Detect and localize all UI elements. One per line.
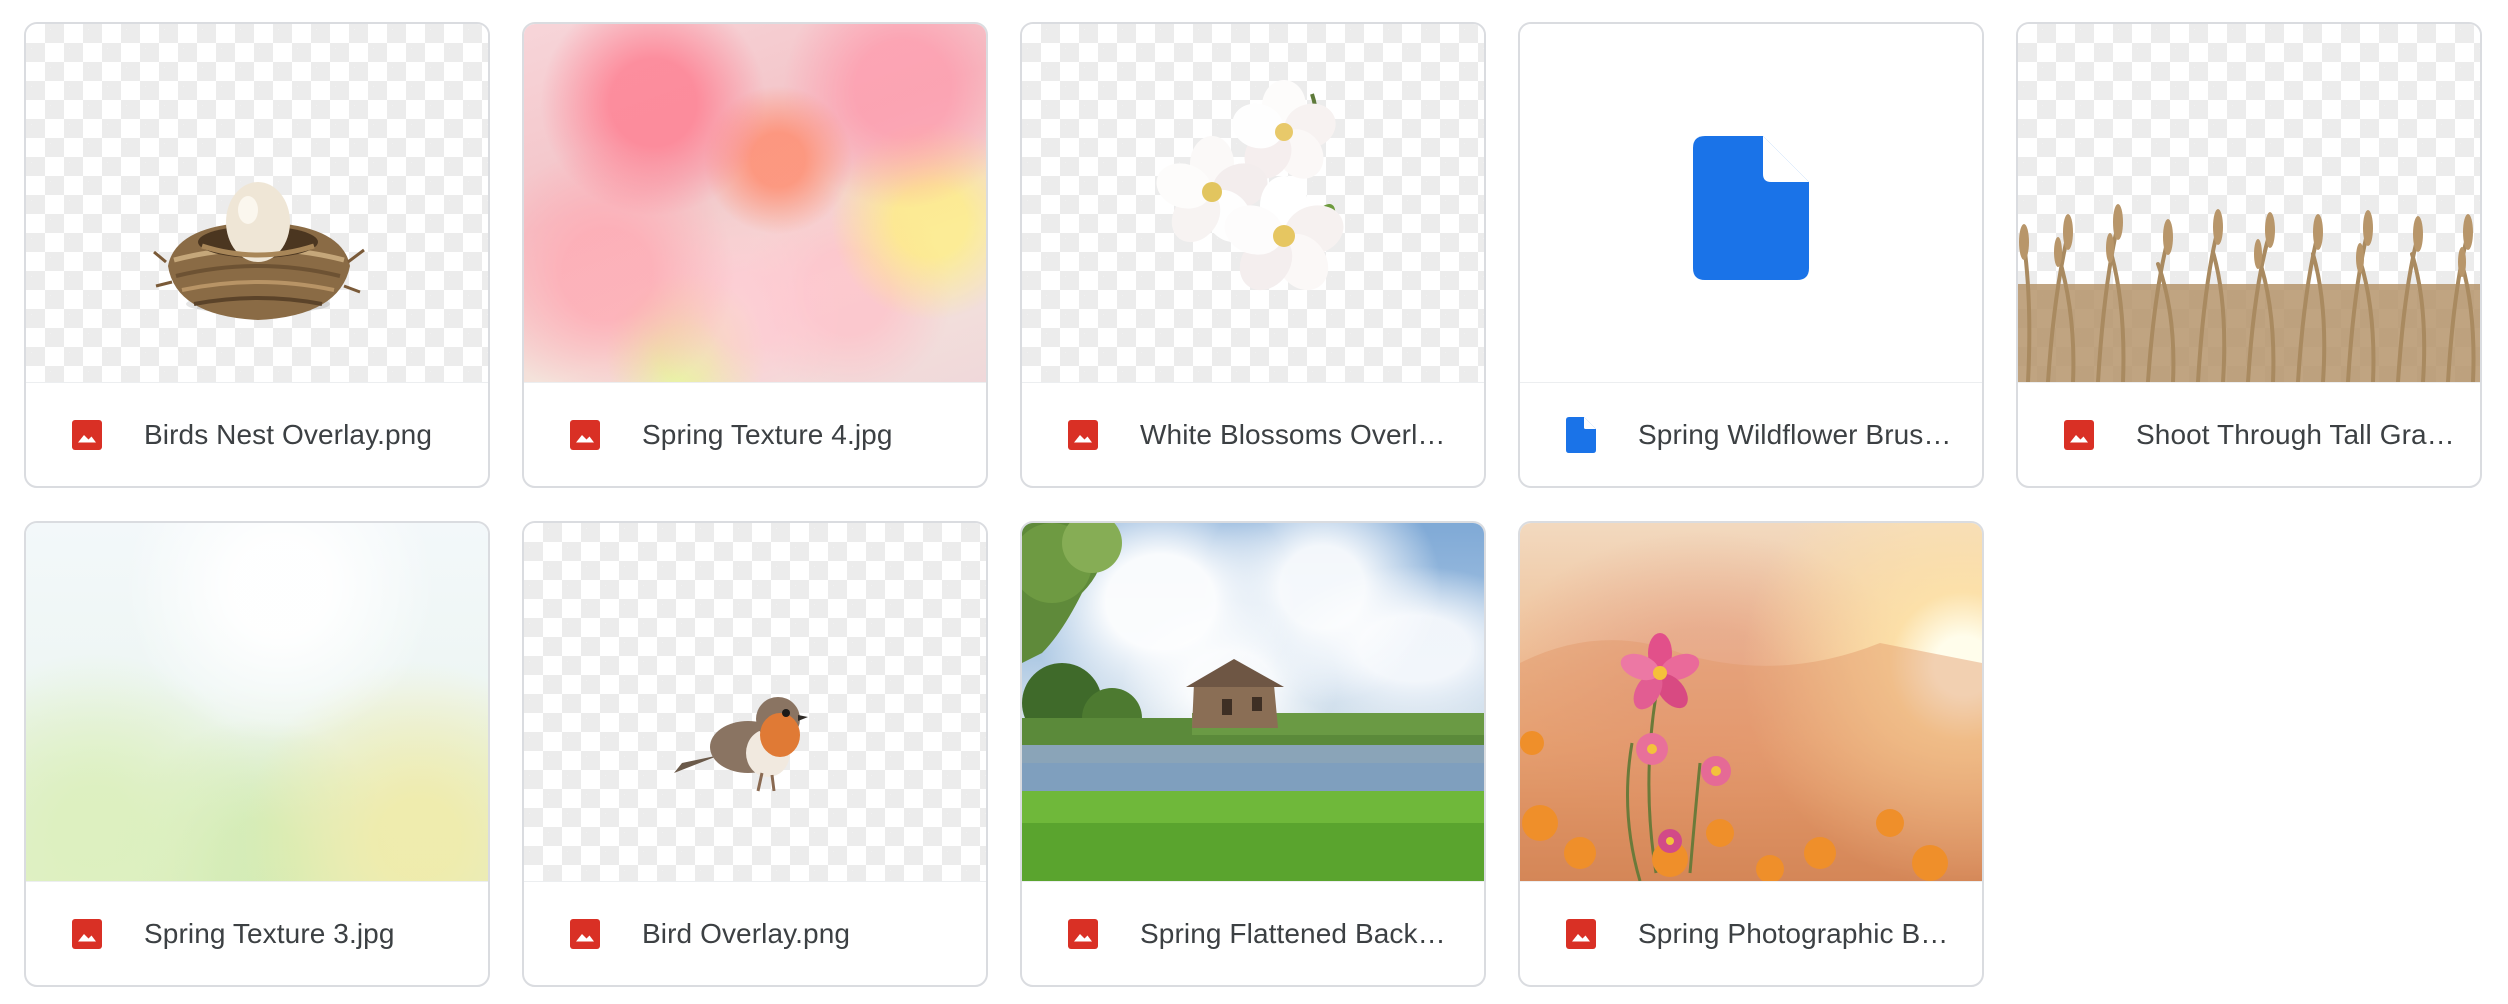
- file-name: Bird Overlay.png: [642, 917, 851, 949]
- file-footer: Spring Wildflower Brus…: [1520, 382, 1982, 486]
- file-thumbnail: [1022, 24, 1484, 382]
- file-footer: White Blossoms Overl…: [1022, 382, 1484, 486]
- file-name: Birds Nest Overlay.png: [144, 418, 433, 450]
- file-footer: Bird Overlay.png: [524, 881, 986, 985]
- file-thumbnail: [1520, 24, 1982, 382]
- image-file-icon: [2060, 416, 2098, 454]
- file-grid: Birds Nest Overlay.png Spring Texture 4.…: [24, 22, 2482, 987]
- file-card[interactable]: Bird Overlay.png: [522, 521, 988, 987]
- file-card[interactable]: Spring Flattened Back…: [1020, 521, 1486, 987]
- file-thumbnail: [524, 523, 986, 881]
- file-name: Spring Flattened Back…: [1140, 917, 1446, 949]
- file-thumbnail: [2018, 24, 2480, 382]
- document-file-icon: [1562, 416, 1600, 454]
- tall-grass-image: [2018, 204, 2480, 382]
- image-file-icon: [566, 416, 604, 454]
- file-thumbnail: [26, 523, 488, 881]
- image-file-icon: [68, 915, 106, 953]
- landscape-cottage-image: [1022, 523, 1484, 881]
- file-name: Shoot Through Tall Gra…: [2136, 418, 2455, 450]
- white-blossoms-image: [1156, 80, 1344, 291]
- file-card[interactable]: Spring Texture 4.jpg: [522, 22, 988, 488]
- file-thumbnail: [26, 24, 488, 382]
- file-footer: Birds Nest Overlay.png: [26, 382, 488, 486]
- file-card[interactable]: White Blossoms Overl…: [1020, 22, 1486, 488]
- file-name: Spring Texture 3.jpg: [144, 917, 395, 949]
- file-card[interactable]: Shoot Through Tall Gra…: [2016, 22, 2482, 488]
- file-card[interactable]: Spring Texture 3.jpg: [24, 521, 490, 987]
- image-file-icon: [68, 416, 106, 454]
- file-footer: Spring Texture 4.jpg: [524, 382, 986, 486]
- cosmos-flowers-image: [1520, 633, 1982, 881]
- file-name: Spring Photographic B…: [1638, 917, 1949, 949]
- file-name: Spring Texture 4.jpg: [642, 418, 893, 450]
- file-name: Spring Wildflower Brus…: [1638, 418, 1952, 450]
- file-card[interactable]: Spring Photographic B…: [1518, 521, 1984, 987]
- file-thumbnail: [1022, 523, 1484, 881]
- file-footer: Shoot Through Tall Gra…: [2018, 382, 2480, 486]
- image-file-icon: [1562, 915, 1600, 953]
- file-thumbnail: [1520, 523, 1982, 881]
- file-card[interactable]: Spring Wildflower Brus…: [1518, 22, 1984, 488]
- bird-nest-image: [153, 182, 365, 320]
- file-name: White Blossoms Overl…: [1140, 418, 1446, 450]
- image-file-icon: [1064, 915, 1102, 953]
- file-footer: Spring Texture 3.jpg: [26, 881, 488, 985]
- document-large-icon: [1693, 136, 1809, 280]
- file-card[interactable]: Birds Nest Overlay.png: [24, 22, 490, 488]
- robin-bird-image: [674, 697, 808, 792]
- image-file-icon: [566, 915, 604, 953]
- file-footer: Spring Photographic B…: [1520, 881, 1982, 985]
- image-file-icon: [1064, 416, 1102, 454]
- file-footer: Spring Flattened Back…: [1022, 881, 1484, 985]
- file-thumbnail: [524, 24, 986, 382]
